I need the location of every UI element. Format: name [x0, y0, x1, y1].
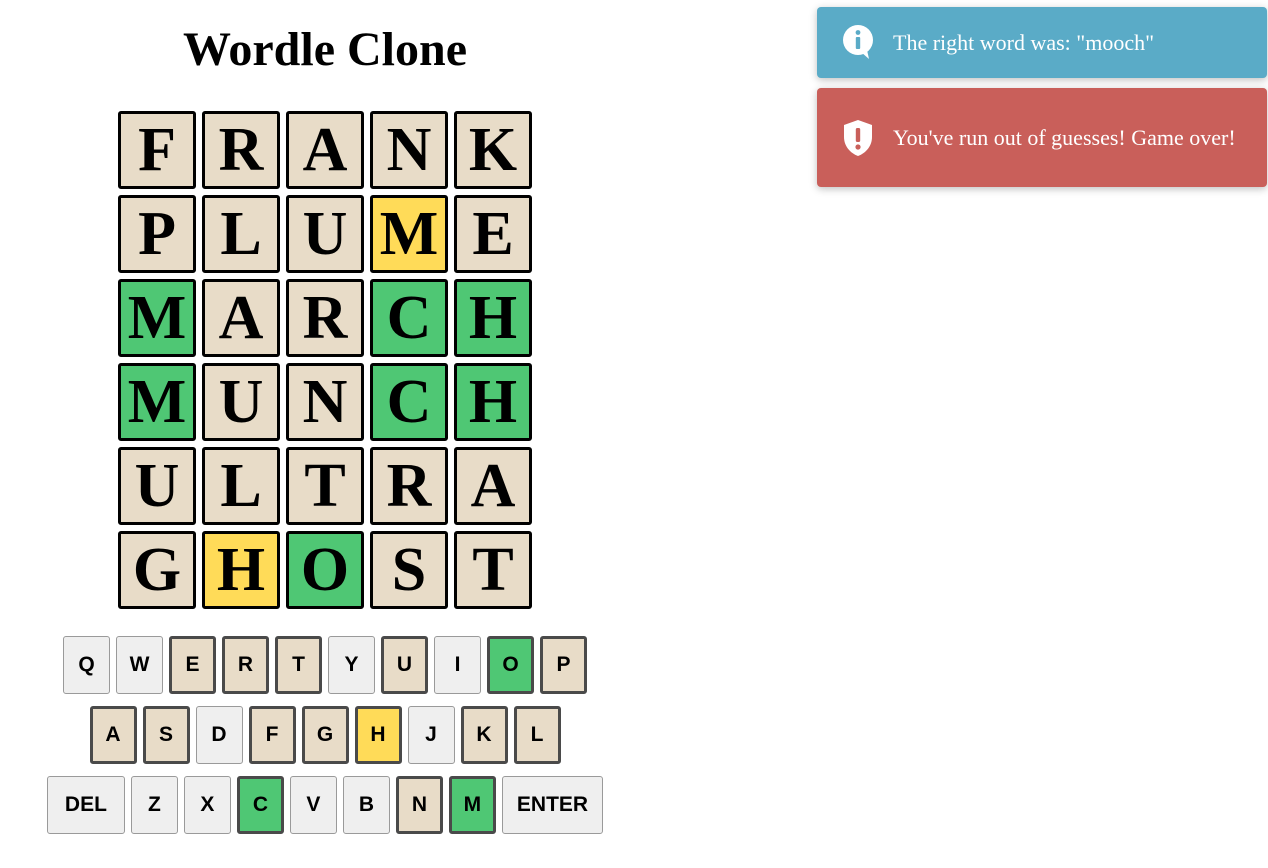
game-board: FRANKPLUMEMARCHMUNCHULTRAGHOST	[118, 111, 532, 609]
board-tile: E	[454, 195, 532, 273]
board-tile: R	[370, 447, 448, 525]
board-tile: U	[286, 195, 364, 273]
board-tile: M	[370, 195, 448, 273]
board-tile: P	[118, 195, 196, 273]
board-tile: R	[202, 111, 280, 189]
error-toast-message: You've run out of guesses! Game over!	[893, 125, 1236, 150]
key-o[interactable]: O	[487, 636, 534, 694]
board-tile: A	[454, 447, 532, 525]
key-u[interactable]: U	[381, 636, 428, 694]
board-tile: G	[118, 531, 196, 609]
key-s[interactable]: S	[142, 706, 190, 764]
enter-key[interactable]: ENTER	[501, 776, 604, 834]
key-r[interactable]: R	[222, 636, 269, 694]
key-g[interactable]: G	[301, 706, 349, 764]
key-q[interactable]: Q	[63, 636, 110, 694]
key-p[interactable]: P	[540, 636, 587, 694]
key-v[interactable]: V	[289, 776, 337, 834]
board-tile: M	[118, 279, 196, 357]
board-tile: N	[370, 111, 448, 189]
board-tile: H	[454, 363, 532, 441]
key-w[interactable]: W	[116, 636, 163, 694]
board-tile: A	[286, 111, 364, 189]
board-tile: S	[370, 531, 448, 609]
key-a[interactable]: A	[89, 706, 137, 764]
key-h[interactable]: H	[354, 706, 402, 764]
board-tile: L	[202, 447, 280, 525]
key-e[interactable]: E	[169, 636, 216, 694]
board-tile: R	[286, 279, 364, 357]
key-l[interactable]: L	[513, 706, 561, 764]
board-tile: O	[286, 531, 364, 609]
keyboard-row-1: QWERTYUIOP	[0, 636, 650, 694]
key-j[interactable]: J	[407, 706, 455, 764]
key-b[interactable]: B	[342, 776, 390, 834]
board-tile: N	[286, 363, 364, 441]
board-tile: A	[202, 279, 280, 357]
key-z[interactable]: Z	[130, 776, 178, 834]
board-tile: U	[202, 363, 280, 441]
board-tile: H	[202, 531, 280, 609]
board-tile: C	[370, 363, 448, 441]
board-tile: H	[454, 279, 532, 357]
info-icon	[843, 24, 873, 59]
error-toast[interactable]: You've run out of guesses! Game over!	[817, 88, 1267, 187]
delete-key[interactable]: DEL	[46, 776, 125, 834]
key-c[interactable]: C	[236, 776, 284, 834]
board-tile: L	[202, 195, 280, 273]
board-tile: K	[454, 111, 532, 189]
key-k[interactable]: K	[460, 706, 508, 764]
key-i[interactable]: I	[434, 636, 481, 694]
key-t[interactable]: T	[275, 636, 322, 694]
board-tile: C	[370, 279, 448, 357]
key-f[interactable]: F	[248, 706, 296, 764]
page-title: Wordle Clone	[183, 23, 467, 76]
key-m[interactable]: M	[448, 776, 496, 834]
shield-alert-icon	[844, 119, 872, 156]
key-y[interactable]: Y	[328, 636, 375, 694]
keyboard-row-3: DEL Z X C V B N M ENTER	[0, 776, 650, 834]
board-tile: F	[118, 111, 196, 189]
keyboard-row-2: ASDFGHJKL	[0, 706, 650, 764]
board-tile: M	[118, 363, 196, 441]
info-toast-message: The right word was: "mooch"	[893, 30, 1155, 55]
info-toast[interactable]: The right word was: "mooch"	[817, 7, 1267, 78]
key-n[interactable]: N	[395, 776, 443, 834]
key-d[interactable]: D	[195, 706, 243, 764]
board-tile: T	[454, 531, 532, 609]
board-tile: U	[118, 447, 196, 525]
board-tile: T	[286, 447, 364, 525]
key-x[interactable]: X	[183, 776, 231, 834]
